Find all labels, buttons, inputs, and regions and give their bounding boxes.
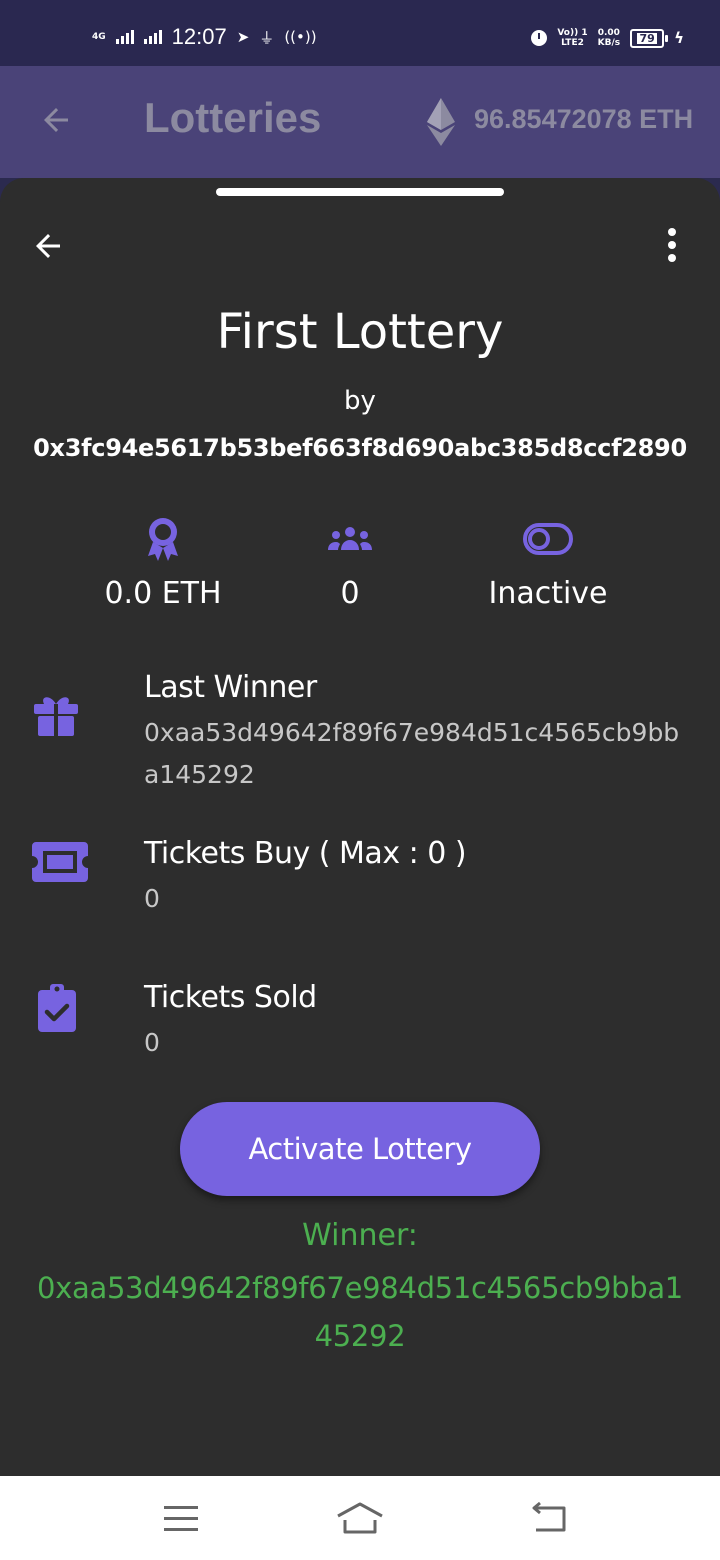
creator-address: 0x3fc94e5617b53bef663f8d690abc385d8ccf28…: [33, 434, 687, 462]
app-bar: Lotteries 96.85472078 ETH: [0, 66, 720, 178]
back-arrow-icon[interactable]: [38, 102, 74, 138]
ticket-icon: [32, 842, 88, 882]
by-label: by: [344, 386, 376, 416]
status-stat: Inactive: [438, 516, 658, 611]
gift-icon: [34, 697, 78, 736]
volte-label: Vo)) 1: [557, 28, 588, 38]
status-right: Vo)) 1 LTE2 0.00 KB/s 79 ϟ: [531, 24, 684, 52]
more-options-icon[interactable]: [664, 228, 680, 264]
usb-icon: ⏚: [259, 28, 275, 47]
status-value: Inactive: [488, 576, 608, 611]
participants-value: 0: [340, 576, 360, 611]
eth-balance: 96.85472078 ETH: [474, 104, 694, 134]
toggle-icon: [438, 516, 658, 562]
tickets-buy-label: Tickets Buy ( Max : 0 ): [144, 836, 467, 871]
tickets-sold-value: 0: [144, 1028, 160, 1057]
group-icon: [240, 516, 460, 562]
lte-label: LTE2: [561, 38, 584, 48]
last-winner-value: 0xaa53d49642f89f67e984d51c4565cb9bba1452…: [144, 718, 680, 789]
back-arrow-icon[interactable]: [30, 228, 66, 264]
menu-icon[interactable]: [156, 1500, 206, 1536]
participants-stat: 0: [240, 516, 460, 611]
winner-address: 0xaa53d49642f89f67e984d51c4565cb9bba1452…: [37, 1271, 683, 1353]
status-left: 4G 12:07 ➤ ⏚ ((•)): [92, 22, 317, 52]
winner-label: Winner:: [302, 1218, 418, 1253]
speed-unit: KB/s: [597, 38, 621, 48]
clock: 12:07: [171, 24, 227, 49]
tickets-buy-value: 0: [144, 884, 160, 913]
home-icon[interactable]: [335, 1500, 385, 1536]
network-type: 4G: [92, 31, 106, 42]
net-speed: 0.00 KB/s: [598, 28, 620, 48]
volte-indicator: Vo)) 1 LTE2: [557, 28, 587, 48]
app-title: Lotteries: [144, 94, 322, 141]
system-nav-bar: [0, 1476, 720, 1560]
drag-handle[interactable]: [216, 188, 504, 196]
clipboard-check-icon: [38, 984, 76, 1032]
battery-icon: 79: [630, 28, 669, 48]
battery-level: 79: [637, 31, 657, 45]
ethereum-icon: [427, 98, 455, 146]
hotspot-icon: ((•)): [284, 28, 317, 46]
signal-2-icon: [143, 30, 162, 44]
signal-icon: [115, 30, 134, 44]
telegram-icon: ➤: [236, 28, 250, 46]
lottery-title: First Lottery: [216, 304, 504, 360]
back-icon[interactable]: [524, 1500, 574, 1536]
charging-icon: ϟ: [674, 29, 684, 47]
tickets-sold-label: Tickets Sold: [144, 980, 317, 1015]
last-winner-label: Last Winner: [144, 670, 317, 705]
activate-lottery-button[interactable]: Activate Lottery: [180, 1102, 540, 1196]
speed-value: 0.00: [597, 28, 620, 38]
status-bar: 4G 12:07 ➤ ⏚ ((•)) Vo)) 1 LTE2 0.00 KB/s 7…: [0, 0, 720, 66]
alarm-icon: [531, 30, 548, 46]
lottery-detail-sheet: First Lottery by 0x3fc94e5617b53bef663f8…: [0, 178, 720, 1476]
